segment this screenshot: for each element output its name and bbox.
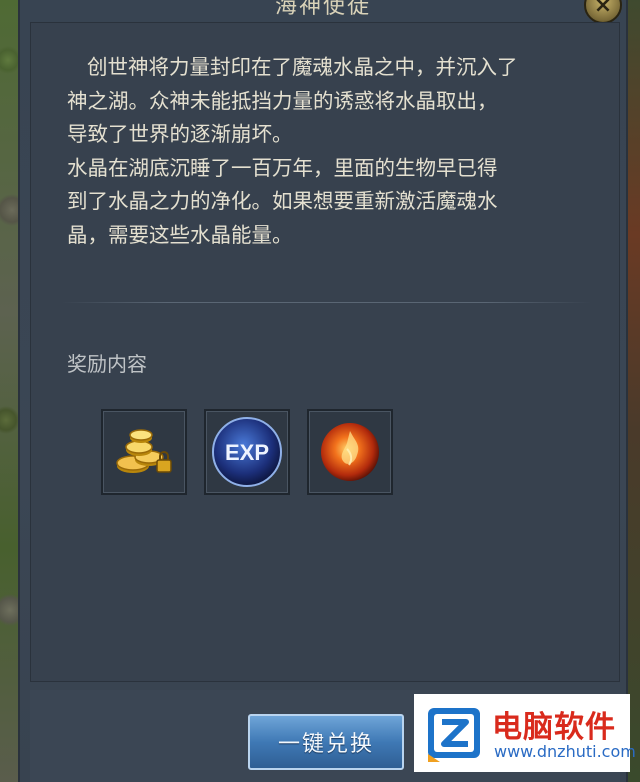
description-line: 导致了世界的逐渐崩坏。 <box>67 122 293 146</box>
dialog-title: 海神使徒 <box>274 0 371 19</box>
exp-orb-icon: EXP <box>212 417 282 487</box>
site-logo-icon <box>428 708 480 762</box>
game-world-background-right <box>626 0 640 782</box>
reward-slot-exp[interactable]: EXP <box>204 409 290 495</box>
description-line: 神之湖。众神未能抵挡力量的诱惑将水晶取出， <box>67 88 498 113</box>
reward-slot-gold[interactable] <box>101 409 187 495</box>
close-icon: × <box>593 0 613 18</box>
description-line: 到了水晶之力的净化。如果想要重新激活魔魂水 <box>67 189 498 213</box>
exp-label: EXP <box>225 440 269 465</box>
description-line: 晶，需要这些水晶能量。 <box>67 222 293 247</box>
watermark-url: www.dnzhuti.com <box>494 742 636 761</box>
quest-description: 创世神将力量封印在了魔魂水晶之中，并沉入了 神之湖。众神未能抵挡力量的诱惑将水晶… <box>67 51 597 252</box>
quest-content-area: 创世神将力量封印在了魔魂水晶之中，并沉入了 神之湖。众神未能抵挡力量的诱惑将水晶… <box>30 22 620 682</box>
exchange-button[interactable]: 一键兑换 <box>248 714 404 770</box>
fire-crystal-icon <box>321 423 379 481</box>
section-divider <box>61 302 591 303</box>
reward-heading: 奖励内容 <box>67 352 147 376</box>
watermark-name: 电脑软件 <box>492 710 616 745</box>
description-line: 创世神将力量封印在了魔魂水晶之中，并沉入了 <box>87 55 518 79</box>
watermark: 电脑软件 www.dnzhuti.com <box>414 694 636 772</box>
description-line: 水晶在湖底沉睡了一百万年，里面的生物早已得 <box>67 155 498 180</box>
gold-coins-icon <box>116 429 172 473</box>
close-button[interactable]: × <box>584 0 622 24</box>
reward-slot-crystal[interactable] <box>307 409 393 495</box>
